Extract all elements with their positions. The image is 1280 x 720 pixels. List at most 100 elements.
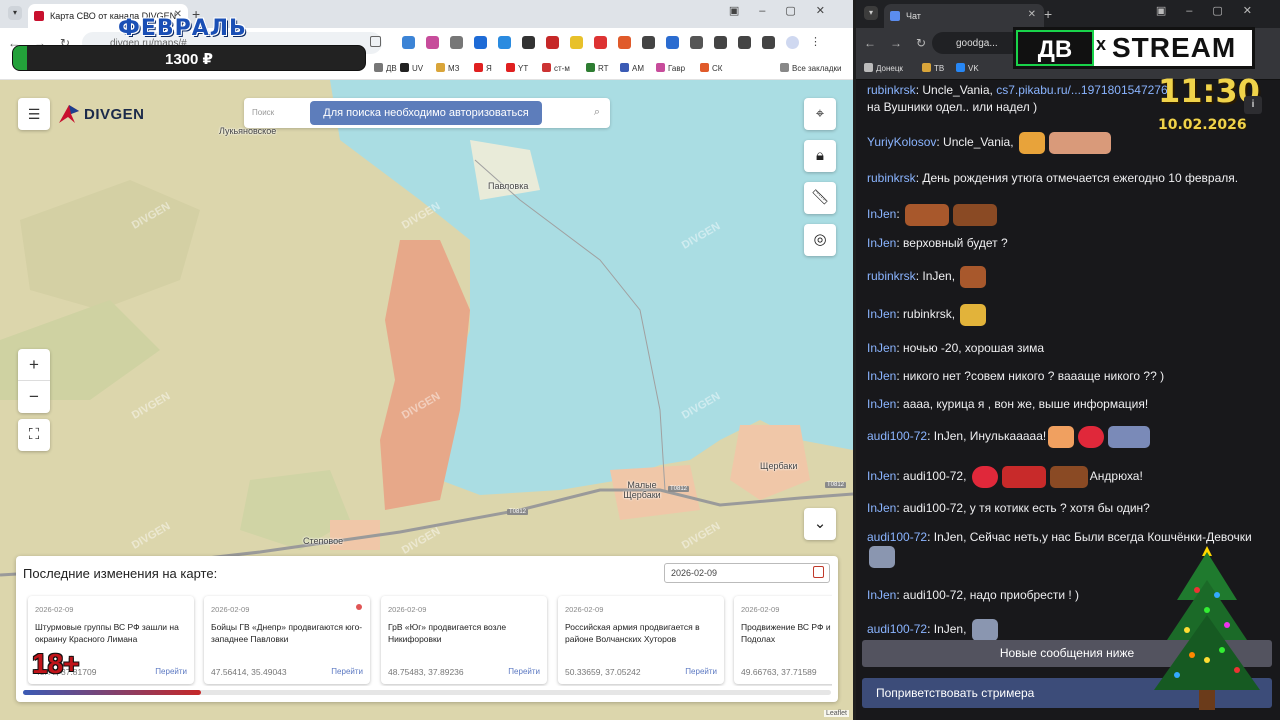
chat-username[interactable]: InJen xyxy=(867,236,896,250)
card-go-link[interactable]: Перейти xyxy=(508,667,540,676)
chat-text: на Вушники одел.. или надел ) xyxy=(867,100,1038,114)
menu-dots-icon[interactable]: ⋮ xyxy=(810,36,823,49)
window-controls[interactable]: ▣–▢✕ xyxy=(1156,4,1272,17)
window-controls[interactable]: ▣–▢✕ xyxy=(729,4,845,17)
bookmark-item[interactable]: RT xyxy=(586,63,609,73)
chat-username[interactable]: InJen xyxy=(867,469,896,483)
bookmark-item[interactable]: ст-м xyxy=(542,63,570,73)
zoom-out-button[interactable]: − xyxy=(18,381,50,413)
hamburger-menu-icon[interactable]: ☰ xyxy=(18,98,50,130)
change-card[interactable]: 2026-02-09 Продвижение ВС РФ и Подолах 4… xyxy=(734,596,832,684)
scrollbar-thumb[interactable] xyxy=(23,690,201,695)
chat-url-field[interactable]: goodga... xyxy=(932,32,1022,54)
chat-username[interactable]: audi100-72 xyxy=(867,530,927,544)
extension-icon[interactable] xyxy=(666,36,679,49)
extension-icon[interactable] xyxy=(498,36,511,49)
card-go-link[interactable]: Перейти xyxy=(155,667,187,676)
all-bookmarks[interactable]: Все закладки xyxy=(780,63,841,73)
change-card[interactable]: 2026-02-09 Российская армия продвигается… xyxy=(558,596,724,684)
profile-avatar[interactable] xyxy=(786,36,799,49)
chat-username[interactable]: InJen xyxy=(867,341,896,355)
extension-icon[interactable] xyxy=(738,36,751,49)
extension-icon[interactable] xyxy=(522,36,535,49)
bookmark-item[interactable]: Гавр xyxy=(656,63,685,73)
extension-icon[interactable] xyxy=(594,36,607,49)
extension-icon[interactable] xyxy=(714,36,727,49)
nav-buttons[interactable]: ←→↻ xyxy=(864,36,940,50)
bookmark-item[interactable]: АМ xyxy=(620,63,644,73)
lock-icon[interactable]: 🔒︎ xyxy=(804,140,836,172)
tab-chat[interactable]: Чат ✕ xyxy=(884,4,1044,28)
search-icon[interactable]: ⌕ xyxy=(594,106,600,119)
chat-username[interactable]: rubinkrsk xyxy=(867,171,916,185)
fullscreen-icon[interactable]: ⛶ xyxy=(18,419,50,451)
extension-icon[interactable] xyxy=(762,36,775,49)
bookmark-item[interactable]: VK xyxy=(956,63,979,73)
chat-text: Андрюха! xyxy=(1089,469,1143,484)
ruler-icon[interactable]: 📏︎ xyxy=(804,182,836,214)
tab-search-icon[interactable]: ▾ xyxy=(8,6,22,20)
chat-username[interactable]: audi100-72 xyxy=(867,429,927,443)
extension-icon[interactable] xyxy=(426,36,439,49)
chat-username[interactable]: YuriyKolosov xyxy=(867,135,936,149)
change-card[interactable]: 2026-02-09 ГрВ «Юг» продвигается возле Н… xyxy=(381,596,547,684)
extension-icon[interactable] xyxy=(450,36,463,49)
chat-username[interactable]: InJen xyxy=(867,397,896,411)
bookmark-item[interactable]: СК xyxy=(700,63,722,73)
close-tab-icon[interactable]: ✕ xyxy=(1028,9,1036,20)
chat-message: InJen: rubinkrsk, xyxy=(867,304,1272,326)
map-attribution[interactable]: Leaflet xyxy=(823,710,849,717)
chat-username[interactable]: InJen xyxy=(867,307,896,321)
card-date: 2026-02-09 xyxy=(211,605,250,614)
extension-icon[interactable] xyxy=(690,36,703,49)
chat-text: InJen, Инулькааааа! xyxy=(933,429,1047,444)
bookmark-item[interactable]: ДВ xyxy=(374,63,397,73)
bookmark-item[interactable]: Донецк xyxy=(864,63,903,73)
extension-icon[interactable] xyxy=(402,36,415,49)
chat-message: InJen: xyxy=(867,204,1272,226)
new-tab-icon[interactable]: + xyxy=(1044,6,1052,22)
bookmark-item[interactable]: UV xyxy=(400,63,423,73)
tab-search-icon[interactable]: ▾ xyxy=(864,6,878,20)
extension-icon[interactable] xyxy=(546,36,559,49)
card-go-link[interactable]: Перейти xyxy=(685,667,717,676)
target-icon[interactable]: ◎ xyxy=(804,224,836,256)
chat-username[interactable]: InJen xyxy=(867,501,896,515)
date-picker[interactable]: 2026-02-09 xyxy=(664,563,830,583)
chat-message: audi100-72: InJen, Инулькааааа! xyxy=(867,426,1272,448)
divgen-favicon-icon xyxy=(34,11,44,21)
search-bar[interactable]: Поиск Для поиска необходимо авторизовать… xyxy=(244,98,610,128)
bookmark-item[interactable]: YT xyxy=(506,63,528,73)
zoom-in-button[interactable]: + xyxy=(18,349,50,381)
location-pin-icon[interactable]: ⌖ xyxy=(804,98,836,130)
chat-username[interactable]: rubinkrsk xyxy=(867,83,916,97)
age-rating-badge: 18+ xyxy=(32,648,80,679)
recent-changes-panel: Последние изменения на карте: 2026-02-09… xyxy=(16,556,838,702)
chat-username[interactable]: audi100-72 xyxy=(867,622,927,636)
calendar-icon[interactable] xyxy=(813,566,824,578)
card-go-link[interactable]: Перейти xyxy=(331,667,363,676)
chat-link[interactable]: cs7.pikabu.ru/...1971801547276 xyxy=(996,83,1167,97)
bookmark-item[interactable]: МЗ xyxy=(436,63,460,73)
auth-required-notice[interactable]: Для поиска необходимо авторизоваться xyxy=(310,101,542,125)
extension-icon[interactable] xyxy=(474,36,487,49)
info-icon[interactable]: i xyxy=(1244,96,1262,114)
chat-username[interactable]: InJen xyxy=(867,369,896,383)
cards-scrollbar[interactable] xyxy=(23,690,831,695)
extension-icon[interactable] xyxy=(570,36,583,49)
stream-date: 10.02.2026 xyxy=(1158,117,1247,133)
card-text: Продвижение ВС РФ и Подолах xyxy=(741,622,831,644)
chevron-down-icon[interactable]: ⌄ xyxy=(804,508,836,540)
extensions-bar: ⋮ xyxy=(370,36,823,49)
star-icon[interactable] xyxy=(370,36,381,47)
card-text: ГрВ «Юг» продвигается возле Никифоровки xyxy=(388,622,507,644)
chat-username[interactable]: InJen xyxy=(867,588,896,602)
bookmark-item[interactable]: ТВ xyxy=(922,63,944,73)
extension-icon[interactable] xyxy=(642,36,655,49)
bookmark-item[interactable]: Я xyxy=(474,63,492,73)
chat-message: rubinkrsk: День рождения утюга отмечаетс… xyxy=(867,171,1239,185)
change-card[interactable]: 2026-02-09 Бойцы ГВ «Днепр» продвигаются… xyxy=(204,596,370,684)
chat-username[interactable]: rubinkrsk xyxy=(867,269,916,283)
chat-username[interactable]: InJen xyxy=(867,207,896,221)
extension-icon[interactable] xyxy=(618,36,631,49)
